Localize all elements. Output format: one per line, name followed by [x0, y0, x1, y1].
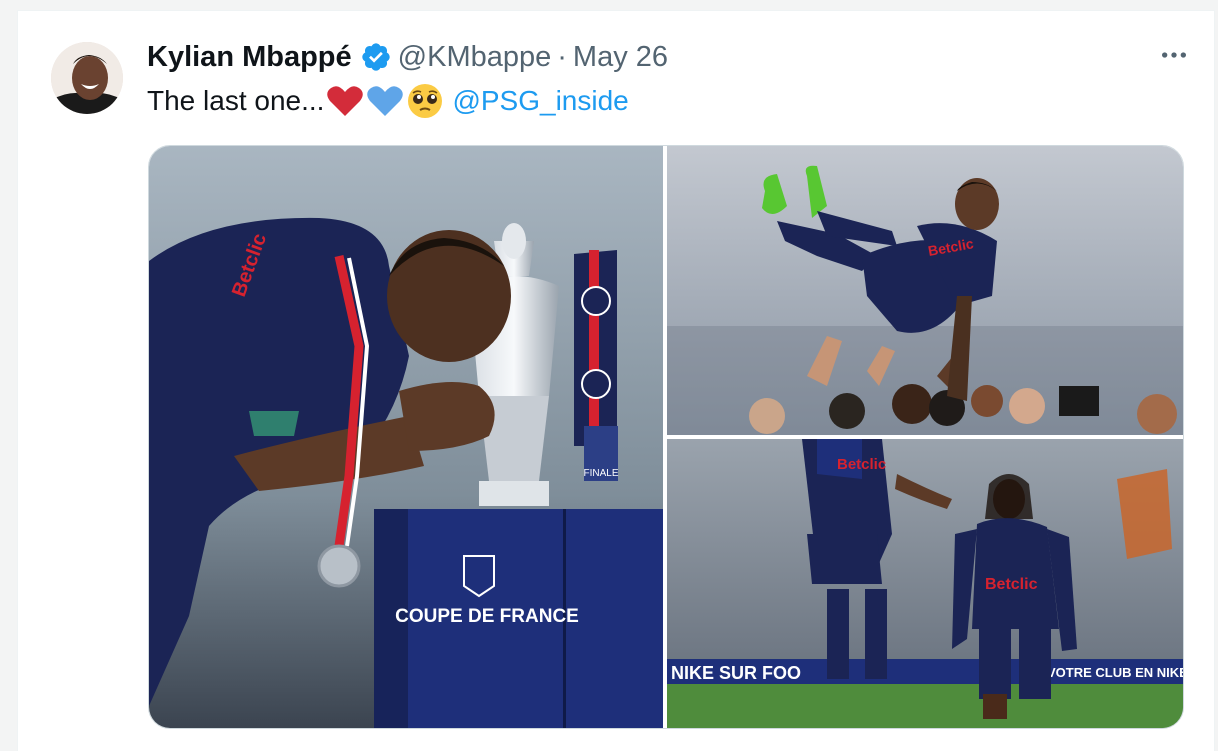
author-name[interactable]: Kylian Mbappé [147, 37, 352, 77]
tweet-text: The last one... @PSG_inside [147, 81, 629, 121]
separator-dot: · [557, 41, 567, 73]
tweet-date[interactable]: May 26 [573, 37, 668, 77]
trophy-label: COUPE DE FRANCE [395, 606, 579, 627]
media-grid: FINALE COUPE DE FRANCE Betclic Betclic N… [148, 145, 1184, 729]
tweet-body: The last one... [147, 85, 325, 116]
mention-link[interactable]: @PSG_inside [452, 81, 628, 121]
blue-heart-emoji-icon [366, 84, 404, 118]
photo-celebration-run[interactable]: NIKE SUR FOO VOTRE CLUB EN NIKE Betclic [667, 439, 1183, 728]
avatar[interactable] [51, 42, 123, 114]
board-right: VOTRE CLUB EN NIKE [1047, 665, 1183, 680]
more-horizontal-icon[interactable] [1154, 35, 1194, 75]
pleading-face-emoji-icon [406, 82, 444, 120]
verified-badge-icon [360, 41, 392, 73]
sponsor-lifted: Betclic [837, 456, 886, 473]
red-heart-emoji-icon [326, 84, 364, 118]
photo-trophy-kiss[interactable]: FINALE COUPE DE FRANCE Betclic [149, 146, 663, 728]
ribbon-label: FINALE [583, 468, 618, 479]
author-handle[interactable]: @KMbappe [398, 37, 552, 77]
board-left: NIKE SUR FOO [671, 663, 801, 683]
photo-celebration-air[interactable]: Betclic [667, 146, 1183, 435]
tweet-card[interactable]: Kylian Mbappé @KMbappe · May 26 The last… [17, 10, 1215, 751]
sponsor-running: Betclic [985, 576, 1038, 593]
